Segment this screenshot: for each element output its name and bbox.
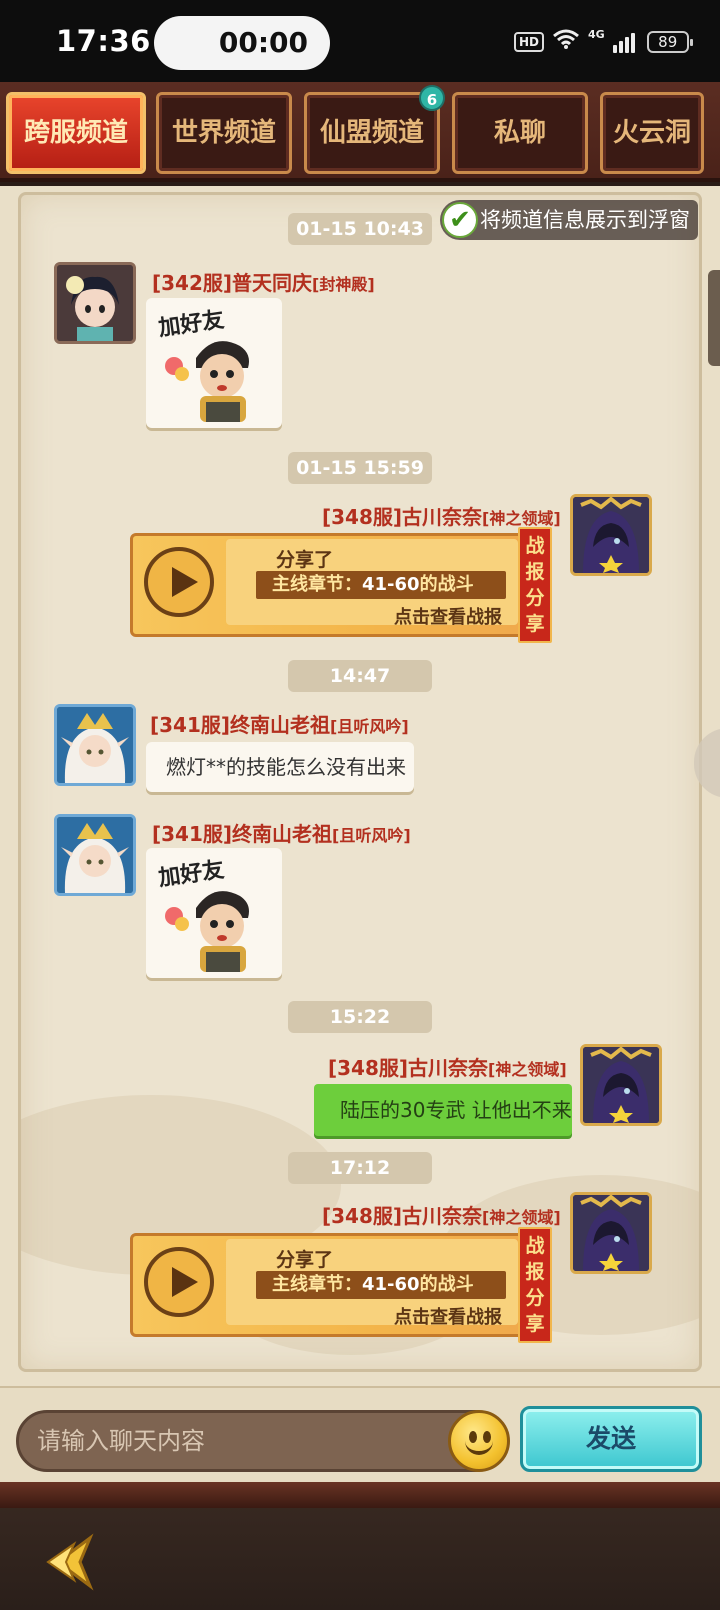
sender-name: [348服]古川奈奈[神之领域] <box>322 1204 561 1228</box>
avatar[interactable] <box>54 704 136 786</box>
timestamp: 14:47 <box>288 660 432 692</box>
channel-tabs: 跨服频道 世界频道 仙盟频道 6 私聊 火云洞 <box>0 82 720 182</box>
sticker-message[interactable]: 加好友 <box>146 848 282 978</box>
recording-timer: 00:00 <box>154 16 330 70</box>
tab-fire-cloud-cave[interactable]: 火云洞 <box>600 92 704 174</box>
report-shared-label: 分享了 <box>276 1249 334 1271</box>
clock: 17:36 <box>56 24 151 58</box>
view-report-link[interactable]: 点击查看战报 <box>394 603 502 629</box>
avatar[interactable] <box>54 262 136 344</box>
unread-badge: 6 <box>419 85 445 111</box>
bottom-area <box>0 1482 720 1610</box>
battle-report-card[interactable]: 分享了 主线章节：41-60的战斗 点击查看战报 战报分享 <box>130 527 552 643</box>
report-share-tag: 战报分享 <box>518 527 552 643</box>
wifi-icon <box>552 28 580 56</box>
text-message[interactable]: 陆压的30专武 让他出不来 <box>314 1084 572 1136</box>
sender-name: [341服]终南山老祖[且听风吟] <box>150 713 409 737</box>
report-chapter: 主线章节：41-60的战斗 <box>256 1271 506 1299</box>
tab-cross-server[interactable]: 跨服频道 <box>6 92 146 174</box>
signal-icon <box>612 31 635 53</box>
play-icon[interactable] <box>144 1247 214 1317</box>
network-type: 4G <box>588 27 605 41</box>
app-root: 17:36 00:00 HD 4G 89 跨服频道 世界频道 仙盟频道 6 私聊… <box>0 0 720 1610</box>
sender-name: [341服]终南山老祖[且听风吟] <box>152 822 411 846</box>
avatar[interactable] <box>570 1192 652 1274</box>
sender-name: [348服]古川奈奈[神之领域] <box>328 1056 567 1080</box>
tab-world[interactable]: 世界频道 <box>156 92 292 174</box>
send-button[interactable]: 发送 <box>520 1406 702 1472</box>
chat-input[interactable]: 请输入聊天内容 <box>16 1410 506 1472</box>
float-toggle-label: 将频道信息展示到浮窗 <box>480 208 690 232</box>
bottom-border <box>0 1482 720 1508</box>
tab-private[interactable]: 私聊 <box>452 92 588 174</box>
text-message[interactable]: 燃灯**的技能怎么没有出来 <box>146 742 414 792</box>
timestamp: 17:12 <box>288 1152 432 1184</box>
report-chapter: 主线章节：41-60的战斗 <box>256 571 506 599</box>
status-icons: HD 4G 89 <box>514 27 693 56</box>
report-share-tag: 战报分享 <box>518 1227 552 1343</box>
battle-report-card[interactable]: 分享了 主线章节：41-60的战斗 点击查看战报 战报分享 <box>130 1227 552 1343</box>
sticker-message[interactable]: 加好友 <box>146 298 282 428</box>
view-report-link[interactable]: 点击查看战报 <box>394 1303 502 1329</box>
avatar[interactable] <box>570 494 652 576</box>
input-bar: 请输入聊天内容 发送 <box>0 1386 720 1482</box>
tab-alliance-label: 仙盟频道 <box>319 118 424 148</box>
timestamp: 01-15 15:59 <box>288 452 432 484</box>
check-icon[interactable]: ✔ <box>442 202 478 238</box>
play-icon[interactable] <box>144 547 214 617</box>
sender-name: [342服]普天同庆[封神殿] <box>152 271 375 295</box>
battery-icon: 89 <box>646 31 693 53</box>
avatar[interactable] <box>580 1044 662 1126</box>
timestamp: 01-15 10:43 <box>288 213 432 245</box>
float-window-toggle[interactable]: ✔ 将频道信息展示到浮窗 <box>440 200 698 240</box>
hd-icon: HD <box>514 32 545 52</box>
back-arrow-icon[interactable] <box>40 1532 110 1592</box>
avatar[interactable] <box>54 814 136 896</box>
emoji-icon[interactable] <box>448 1410 510 1472</box>
tab-alliance[interactable]: 仙盟频道 6 <box>304 85 445 174</box>
status-bar: 17:36 00:00 HD 4G 89 <box>0 0 720 82</box>
timestamp: 15:22 <box>288 1001 432 1033</box>
report-shared-label: 分享了 <box>276 549 334 571</box>
scrollbar[interactable] <box>708 270 720 366</box>
sender-name: [348服]古川奈奈[神之领域] <box>322 505 561 529</box>
